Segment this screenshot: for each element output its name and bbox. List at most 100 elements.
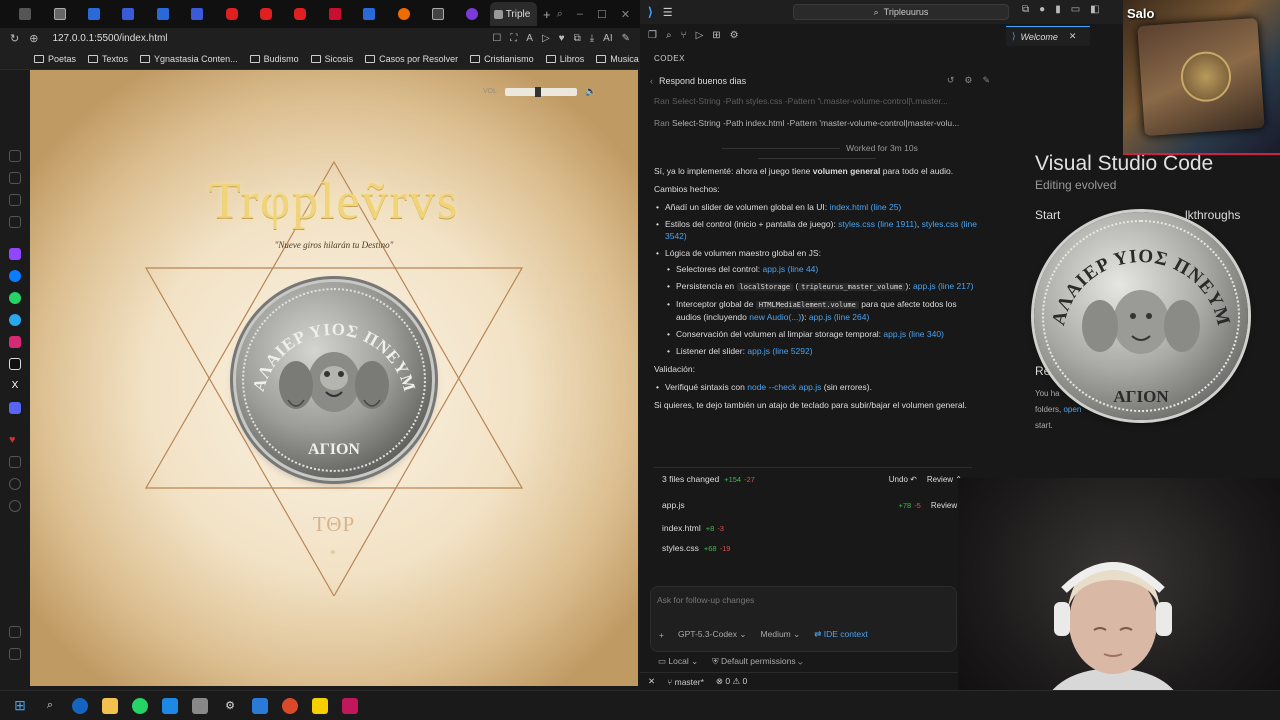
layout-sidebar-icon[interactable]: ▮ (1055, 4, 1061, 15)
settings-icon[interactable]: ⚙ (964, 75, 972, 86)
bookmark-7[interactable]: Libros (545, 54, 584, 64)
close-icon[interactable]: ✕ (1069, 31, 1077, 42)
file-link[interactable]: app.js (line 44) (762, 264, 818, 274)
screenshot-icon[interactable]: ⛶ (510, 33, 517, 44)
review-button[interactable]: Review ⌃ (927, 475, 962, 484)
search-icon[interactable]: ⌕ (42, 698, 58, 714)
source-control-icon[interactable]: ⑂ (681, 30, 687, 41)
tiktok-icon[interactable] (9, 358, 21, 370)
tab-7[interactable] (214, 3, 248, 25)
layout-icon[interactable]: ◧ (1090, 4, 1099, 15)
bookmark-icon[interactable]: ☐ (492, 33, 501, 44)
file-link[interactable]: app.js (line 217) (913, 281, 973, 291)
bookmark-5[interactable]: Casos por Resolver (365, 54, 458, 64)
command-line-1[interactable]: Ran Select-String -Path styles.css -Patt… (654, 96, 974, 106)
app-icon[interactable] (192, 697, 208, 714)
tab-1[interactable] (8, 3, 42, 25)
sidebar-tool-icon[interactable] (9, 172, 21, 184)
tab-10[interactable] (318, 3, 352, 25)
remote-icon[interactable]: ✕ (648, 676, 655, 687)
tab-5[interactable] (146, 3, 180, 25)
app-icon[interactable] (342, 697, 358, 714)
problems-indicator[interactable]: ⊗ 0 ⚠ 0 (716, 676, 747, 687)
permissions-select[interactable]: ⛨ Default permissions ⌄ (712, 656, 802, 667)
tab-14[interactable] (455, 3, 489, 25)
bookmark-4[interactable]: Sicosis (310, 54, 353, 64)
copilot-icon[interactable]: ⧉ (1022, 4, 1029, 15)
new-thread-icon[interactable]: ✎ (982, 75, 990, 86)
windows-start-icon[interactable]: ⊞ (12, 697, 28, 714)
app-icon[interactable] (162, 697, 178, 714)
run-debug-icon[interactable]: ▷ (696, 30, 704, 41)
whatsapp-icon[interactable] (9, 292, 21, 304)
new-tab-button[interactable]: + (537, 7, 557, 22)
sidebar-tool-icon[interactable] (9, 648, 21, 660)
reload-icon[interactable]: ↻ (10, 32, 19, 45)
tab-8[interactable] (249, 3, 283, 25)
read-aloud-icon[interactable]: A (526, 33, 533, 44)
x-icon[interactable]: X (9, 380, 21, 392)
download-icon[interactable]: ⤓ (590, 33, 594, 44)
worked-for-divider[interactable]: Worked for 3m 10s (654, 143, 980, 163)
telegram-icon[interactable] (9, 314, 21, 326)
url-field[interactable]: 127.0.0.1:5500/index.html (52, 33, 167, 44)
discord-icon[interactable] (9, 402, 21, 414)
changed-file-row[interactable]: styles.css +68 -19 (662, 543, 962, 553)
ide-context-toggle[interactable]: ⇄ IDE context (814, 629, 867, 640)
tab-12[interactable] (386, 3, 420, 25)
explorer-icon[interactable]: ❐ (648, 30, 657, 41)
status-dot-icon[interactable]: ● (1039, 4, 1045, 15)
tab-active[interactable]: Triple (489, 2, 537, 26)
game-coin[interactable]: ΠΑΛΑΙΕΡ ΥΙΟΣ ΠΝΕΥΜΑ ΑΓΙΟΝ (236, 282, 432, 478)
sidebar-tool-icon[interactable] (9, 194, 21, 206)
tab-2[interactable] (42, 3, 76, 25)
bookmark-8[interactable]: Musica (596, 54, 639, 64)
bookmark-1[interactable]: Textos (88, 54, 128, 64)
site-info-icon[interactable]: ⊕ (29, 32, 38, 45)
sidebar-tool-icon[interactable] (9, 216, 21, 228)
play-icon[interactable]: ▷ (542, 33, 550, 44)
undo-button[interactable]: Undo ↶ (889, 475, 917, 484)
code-link[interactable]: new Audio(...) (749, 312, 801, 322)
tab-13[interactable] (421, 3, 455, 25)
bookmark-3[interactable]: Budismo (249, 54, 299, 64)
file-link[interactable]: index.html (line 25) (829, 202, 901, 212)
changed-file-row[interactable]: index.html +8 -3 (662, 523, 962, 533)
file-link[interactable]: app.js (line 264) (809, 312, 869, 322)
extensions-icon[interactable]: ⧉ (574, 33, 581, 44)
app-icon[interactable] (282, 697, 298, 714)
file-explorer-icon[interactable] (102, 697, 118, 714)
heart-icon[interactable]: ♥ (9, 434, 21, 446)
search-tabs-icon[interactable]: ⌕ (557, 8, 563, 21)
codex-icon[interactable]: ⚙ (730, 30, 739, 41)
messenger-icon[interactable] (9, 270, 21, 282)
file-link[interactable]: app.js (line 340) (883, 329, 943, 339)
instagram-icon[interactable] (9, 336, 21, 348)
volume-slider-knob[interactable] (534, 86, 541, 97)
pen-icon[interactable]: ✎ (622, 33, 630, 44)
tab-4[interactable] (111, 3, 145, 25)
search-icon[interactable]: ⌕ (666, 30, 672, 41)
command-center-search[interactable]: ⌕ Tripleuurus (793, 4, 1009, 20)
tab-11[interactable] (352, 3, 386, 25)
back-icon[interactable]: ‹ (650, 76, 653, 86)
settings-icon[interactable] (9, 500, 21, 512)
branch-indicator[interactable]: ⑂ master* (667, 677, 704, 687)
menu-icon[interactable]: ☰ (663, 6, 673, 19)
edge-icon[interactable] (72, 697, 88, 714)
tab-6[interactable] (180, 3, 214, 25)
bookmark-2[interactable]: Ygnastasia Conten... (140, 54, 238, 64)
volume-slider[interactable] (505, 86, 578, 97)
tab-welcome[interactable]: ⟩ Welcome ✕ (1006, 26, 1090, 46)
command-link[interactable]: node --check app.js (747, 382, 821, 392)
extensions-icon[interactable]: ⊞ (712, 30, 720, 41)
bookmark-6[interactable]: Cristianismo (470, 54, 534, 64)
maximize-button[interactable]: ☐ (597, 8, 607, 21)
bookmark-0[interactable]: Poetas (34, 54, 76, 64)
vscode-icon[interactable] (252, 697, 268, 714)
effort-select[interactable]: Medium ⌄ (761, 629, 801, 640)
changed-file-row[interactable]: app.js +78-5 Review › (662, 500, 962, 510)
sidebar-tool-icon[interactable] (9, 626, 21, 638)
followup-input[interactable] (657, 595, 897, 605)
model-select[interactable]: GPT-5.3-Codex ⌄ (678, 629, 747, 640)
